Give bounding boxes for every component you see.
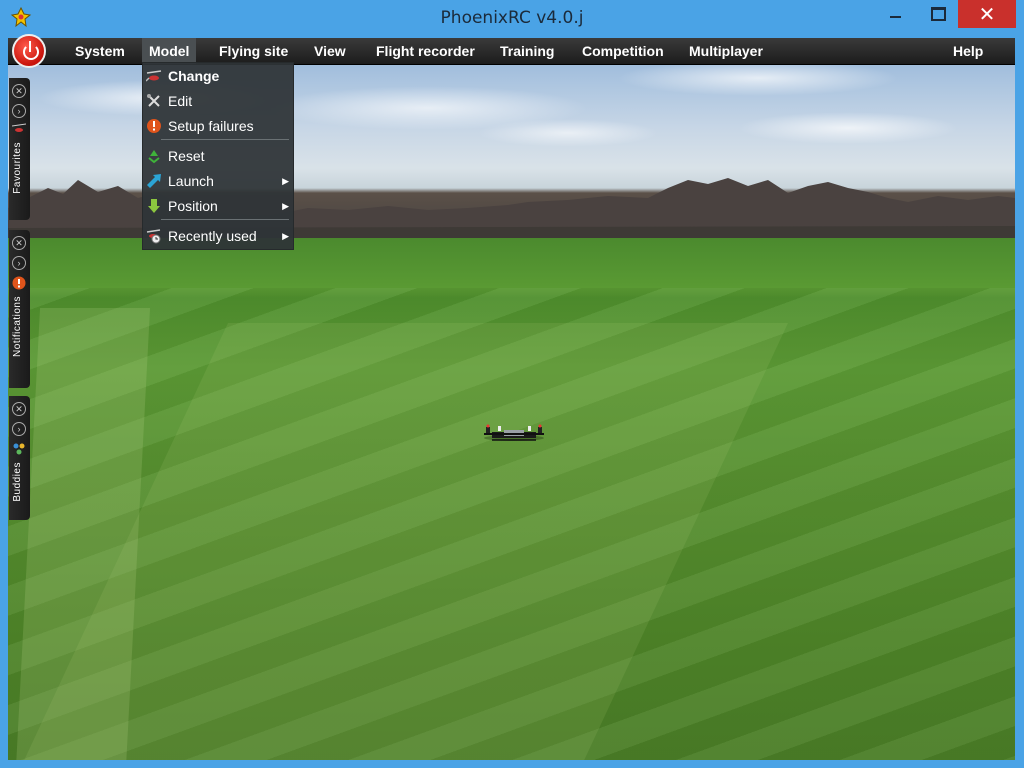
menu-multiplayer[interactable]: Multiplayer bbox=[682, 38, 770, 64]
minimize-button[interactable] bbox=[875, 0, 915, 28]
buddies-tab-label: Buddies bbox=[12, 462, 23, 502]
menu-item-label: Position bbox=[168, 198, 218, 214]
maximize-button[interactable] bbox=[918, 0, 958, 28]
menu-system[interactable]: System bbox=[68, 38, 132, 64]
menu-item-label: Recently used bbox=[168, 228, 257, 244]
menu-item-setup-failures[interactable]: Setup failures bbox=[143, 114, 293, 138]
menu-training[interactable]: Training bbox=[493, 38, 561, 64]
favourites-tab-label: Favourites bbox=[12, 142, 23, 194]
menu-competition[interactable]: Competition bbox=[575, 38, 671, 64]
close-icon[interactable]: ✕ bbox=[12, 84, 26, 98]
warning-icon bbox=[147, 119, 161, 133]
quadcopter-model[interactable] bbox=[478, 422, 550, 448]
close-icon[interactable]: ✕ bbox=[12, 236, 26, 250]
notifications-panel-tab[interactable]: ✕ › Notifications bbox=[9, 230, 30, 388]
window-title: PhoenixRC v4.0.j bbox=[440, 8, 584, 28]
menu-separator bbox=[161, 139, 289, 140]
favourites-panel-tab[interactable]: ✕ › Favourites bbox=[9, 78, 30, 220]
launch-arrow-icon bbox=[147, 174, 161, 188]
menu-model[interactable]: Model bbox=[142, 38, 197, 64]
chevron-right-icon[interactable]: › bbox=[12, 422, 26, 436]
menu-help[interactable]: Help bbox=[946, 38, 990, 64]
model-dropdown-menu: Change Edit Setup failures Reset Launch … bbox=[142, 62, 294, 250]
submenu-arrow-icon: ▶ bbox=[282, 201, 289, 211]
clock-heli-icon bbox=[146, 229, 161, 244]
minimize-icon bbox=[889, 16, 901, 18]
menu-item-label: Reset bbox=[168, 148, 205, 164]
menu-item-label: Setup failures bbox=[168, 118, 254, 134]
menu-flying-site[interactable]: Flying site bbox=[212, 38, 295, 64]
buddies-panel-tab[interactable]: ✕ › Buddies bbox=[9, 396, 30, 520]
close-button[interactable]: ✕ bbox=[958, 0, 1016, 28]
menu-item-label: Edit bbox=[168, 93, 193, 109]
chevron-right-icon[interactable]: › bbox=[12, 256, 26, 270]
helicopter-icon bbox=[12, 123, 26, 132]
chevron-right-icon[interactable]: › bbox=[12, 104, 26, 118]
menu-item-change[interactable]: Change bbox=[143, 64, 293, 88]
down-arrow-icon bbox=[148, 199, 160, 213]
menu-item-recently-used[interactable]: Recently used ▶ bbox=[143, 224, 293, 248]
menu-item-edit[interactable]: Edit bbox=[143, 89, 293, 113]
submenu-arrow-icon: ▶ bbox=[282, 176, 289, 186]
app-window: PhoenixRC v4.0.j ✕ System Model Flying s… bbox=[0, 0, 1024, 768]
buddies-icon bbox=[13, 443, 25, 455]
recycle-icon bbox=[148, 150, 160, 164]
menu-item-label: Launch bbox=[168, 173, 214, 189]
menu-separator bbox=[161, 219, 289, 220]
main-menu-bar: System Model Flying site View Flight rec… bbox=[8, 34, 1015, 68]
menu-item-label: Change bbox=[168, 68, 220, 84]
menu-item-position[interactable]: Position ▶ bbox=[143, 194, 293, 218]
menu-view[interactable]: View bbox=[307, 38, 353, 64]
maximize-icon bbox=[930, 7, 946, 21]
submenu-arrow-icon: ▶ bbox=[282, 231, 289, 241]
close-icon[interactable]: ✕ bbox=[12, 402, 26, 416]
title-bar[interactable]: PhoenixRC v4.0.j ✕ bbox=[0, 0, 1024, 36]
power-icon[interactable] bbox=[12, 34, 46, 68]
menu-item-launch[interactable]: Launch ▶ bbox=[143, 169, 293, 193]
menu-item-reset[interactable]: Reset bbox=[143, 144, 293, 168]
warning-icon bbox=[12, 276, 26, 290]
notifications-tab-label: Notifications bbox=[12, 296, 23, 357]
menu-flight-recorder[interactable]: Flight recorder bbox=[369, 38, 482, 64]
close-icon: ✕ bbox=[978, 3, 996, 26]
tools-icon bbox=[147, 94, 160, 107]
helicopter-icon bbox=[146, 70, 162, 82]
